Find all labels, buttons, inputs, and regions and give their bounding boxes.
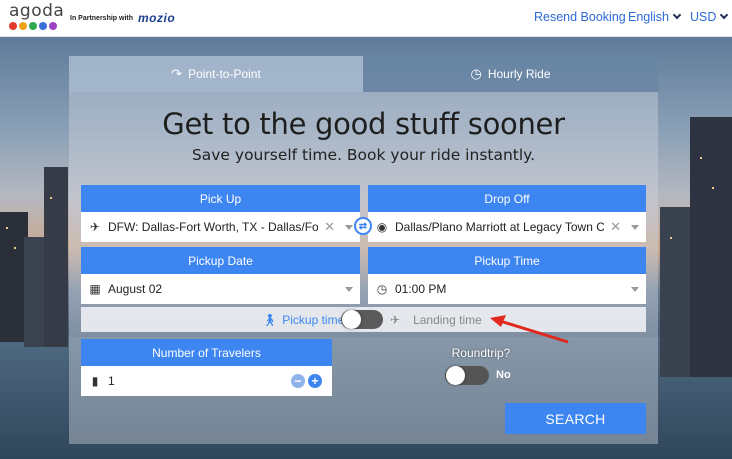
tab-label: Point-to-Point: [188, 67, 261, 81]
clear-icon[interactable]: ✕: [324, 219, 335, 235]
person-luggage-icon: 🚶︎: [262, 312, 278, 327]
decrement-button[interactable]: −: [291, 374, 305, 388]
travelers-field: ▮ 1 − +: [81, 366, 332, 396]
plane-landing-icon: ✈: [390, 312, 401, 327]
dropoff-field[interactable]: ◉ Dallas/Plano Marriott at Legacy Town C…: [368, 212, 646, 242]
search-button[interactable]: SEARCH: [505, 403, 646, 434]
travelers-label: Number of Travelers: [81, 339, 332, 366]
swap-icon: ⇄: [358, 220, 368, 232]
partnership-text: In Partnership with: [70, 14, 134, 22]
travelers-stepper: − +: [291, 374, 322, 388]
logo-dot: [9, 22, 17, 30]
dropoff-value: Dallas/Plano Marriott at Legacy Town Cen…: [395, 220, 605, 234]
pickup-time-value: 01:00 PM: [395, 282, 447, 296]
booking-panel: ↷ Point-to-Point ◷ Hourly Ride Get to th…: [69, 56, 658, 444]
lit-window: [50, 197, 52, 199]
lit-window: [6, 227, 8, 229]
chevron-down-icon: [720, 10, 729, 20]
pickup-date-label: Pickup Date: [81, 247, 360, 274]
currency-label: USD: [690, 10, 717, 24]
caret-down-icon[interactable]: [631, 286, 639, 292]
lit-window: [670, 237, 672, 239]
currency-dropdown[interactable]: USD: [690, 10, 729, 24]
clock-icon: ◷: [470, 66, 482, 81]
location-pin-icon: ◉: [376, 220, 388, 234]
pickup-time-option[interactable]: 🚶︎ Pickup time: [262, 307, 344, 332]
building: [690, 117, 732, 377]
pickup-time-option-label: Pickup time: [282, 312, 345, 327]
roundtrip-label: Roundtrip?: [451, 346, 511, 360]
pickup-label: Pick Up: [81, 185, 360, 212]
mozio-logo: mozio: [138, 11, 176, 25]
dropoff-label: Drop Off: [368, 185, 646, 212]
language-label: English: [628, 10, 669, 24]
swap-locations-button[interactable]: ⇄: [354, 217, 372, 235]
person-icon: ▮: [91, 374, 99, 388]
caret-down-icon[interactable]: [345, 286, 353, 292]
increment-button[interactable]: +: [308, 374, 322, 388]
lit-window: [712, 187, 714, 189]
caret-down-icon[interactable]: [345, 224, 353, 230]
calendar-icon: ▦: [89, 282, 101, 296]
lit-window: [700, 157, 702, 159]
caret-down-icon[interactable]: [631, 224, 639, 230]
pickup-date-value: August 02: [108, 282, 163, 296]
pickup-field[interactable]: ✈ DFW: Dallas-Fort Worth, TX - Dallas/Fo…: [81, 212, 360, 242]
tab-label: Hourly Ride: [487, 67, 551, 81]
logo-dot: [19, 22, 27, 30]
toggle-knob: [342, 310, 361, 329]
logo-dot: [29, 22, 37, 30]
hero-title: Get to the good stuff sooner: [162, 107, 565, 141]
clock-icon: ◷: [376, 282, 388, 296]
annotation-arrow: [490, 315, 569, 344]
pickup-time-label: Pickup Time: [368, 247, 646, 274]
roundtrip-toggle[interactable]: [445, 366, 489, 385]
clear-icon[interactable]: ✕: [610, 219, 621, 235]
toggle-knob: [446, 366, 465, 385]
logo-dot: [39, 22, 47, 30]
logo-dots: [9, 22, 64, 30]
building: [44, 167, 68, 347]
top-header: agoda In Partnership with mozio Resend B…: [0, 0, 732, 37]
landing-time-option[interactable]: ✈ Landing time: [390, 307, 482, 332]
logo-wordmark: agoda: [9, 1, 65, 21]
route-icon: ↷: [171, 66, 183, 81]
agoda-logo[interactable]: agoda: [9, 3, 64, 30]
arrow-shaft: [499, 319, 569, 344]
tab-point-to-point[interactable]: ↷ Point-to-Point: [69, 56, 363, 92]
lit-window: [14, 247, 16, 249]
pickup-date-field[interactable]: ▦ August 02: [81, 274, 360, 304]
landing-time-option-label: Landing time: [413, 312, 482, 327]
chevron-down-icon: [672, 10, 682, 20]
pickup-value: DFW: Dallas-Fort Worth, TX - Dallas/Fort…: [108, 220, 319, 234]
hero-subtitle: Save yourself time. Book your ride insta…: [191, 146, 536, 164]
partnership-badge: In Partnership with mozio: [70, 11, 175, 25]
plane-icon: ✈: [89, 220, 101, 234]
tab-hourly-ride[interactable]: ◷ Hourly Ride: [363, 56, 658, 92]
resend-booking-link[interactable]: Resend Booking: [534, 10, 626, 24]
time-mode-toggle[interactable]: [341, 310, 383, 329]
roundtrip-value: No: [496, 369, 511, 381]
pickup-time-field[interactable]: ◷ 01:00 PM: [368, 274, 646, 304]
logo-dot: [49, 22, 57, 30]
language-dropdown[interactable]: English: [628, 10, 682, 24]
